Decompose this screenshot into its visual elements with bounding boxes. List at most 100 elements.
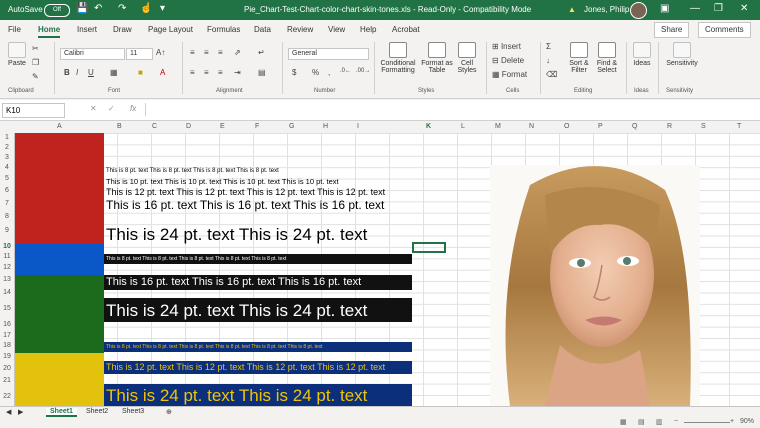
number-format-select[interactable]: General [288, 48, 369, 60]
increase-decimal-icon[interactable]: .0← [340, 68, 351, 74]
enter-icon[interactable]: ✓ [108, 104, 115, 113]
paste-button[interactable]: Paste [6, 42, 28, 67]
align-right-icon[interactable]: ≡ [218, 68, 223, 77]
align-middle-icon[interactable]: ≡ [204, 48, 209, 57]
wrap-text-icon[interactable]: ↵ [258, 48, 265, 57]
column-header-a[interactable]: A [57, 123, 62, 130]
column-header-m[interactable]: M [495, 123, 501, 130]
indent-icon[interactable]: ⇥ [234, 68, 241, 77]
share-button[interactable]: Share [654, 22, 690, 38]
sensitivity-button[interactable]: Sensitivity [664, 42, 700, 67]
tab-view[interactable]: View [328, 25, 345, 34]
next-sheet-icon[interactable]: ▶ [18, 408, 23, 416]
row-header-21[interactable]: 21 [0, 377, 14, 384]
sheet-tab-1[interactable]: Sheet1 [46, 408, 77, 417]
align-center-icon[interactable]: ≡ [204, 68, 209, 77]
align-left-icon[interactable]: ≡ [190, 68, 195, 77]
ideas-button[interactable]: Ideas [630, 42, 654, 67]
selected-cell[interactable] [412, 242, 446, 253]
zoom-slider[interactable] [684, 422, 730, 423]
ribbon-display-icon[interactable]: ▣ [660, 3, 669, 14]
sheet-tab-3[interactable]: Sheet3 [122, 408, 144, 415]
column-header-n[interactable]: N [529, 123, 534, 130]
row-header-7[interactable]: 7 [0, 200, 14, 207]
row-header-11[interactable]: 11 [0, 253, 14, 260]
row-header-19[interactable]: 19 [0, 353, 14, 360]
column-header-d[interactable]: D [186, 123, 191, 130]
portrait-photo[interactable] [490, 165, 700, 406]
column-header-l[interactable]: L [461, 123, 465, 130]
find-select-button[interactable]: Find & Select [594, 42, 620, 74]
tab-draw[interactable]: Draw [113, 25, 132, 34]
merge-center-icon[interactable]: ▤ [258, 68, 266, 77]
cell-styles-button[interactable]: Cell Styles [454, 42, 480, 74]
autosave-toggle[interactable]: Off [44, 4, 70, 17]
format-as-table-button[interactable]: Format as Table [420, 42, 454, 74]
conditional-formatting-button[interactable]: Conditional Formatting [376, 42, 420, 74]
tab-home[interactable]: Home [38, 25, 61, 38]
add-sheet-icon[interactable]: ⊕ [166, 408, 172, 416]
sort-filter-button[interactable]: Sort & Filter [566, 42, 592, 74]
close-icon[interactable]: ✕ [740, 3, 748, 14]
currency-icon[interactable]: $ [292, 68, 296, 77]
clear-icon[interactable]: ⌫ [546, 70, 557, 79]
column-header-b[interactable]: B [117, 123, 122, 130]
row-header-10[interactable]: 10 [0, 243, 14, 250]
column-header-k[interactable]: K [426, 123, 431, 130]
avatar[interactable] [630, 2, 647, 19]
zoom-level[interactable]: 90% [740, 418, 754, 425]
formula-input[interactable] [145, 103, 746, 116]
row-header-18[interactable]: 18 [0, 342, 14, 349]
row-header-12[interactable]: 12 [0, 264, 14, 271]
format-painter-icon[interactable]: ✎ [32, 72, 39, 81]
row-header-9[interactable]: 9 [0, 227, 14, 234]
fill-color-icon[interactable]: ■ [138, 68, 143, 77]
row-header-14[interactable]: 14 [0, 289, 14, 296]
column-header-q[interactable]: Q [632, 123, 637, 130]
normal-view-icon[interactable]: ▦ [620, 418, 627, 426]
user-name[interactable]: Jones, Philip [584, 5, 629, 14]
touch-mode-icon[interactable]: ☝ [140, 3, 152, 14]
save-icon[interactable]: 💾 [76, 3, 88, 14]
page-layout-view-icon[interactable]: ▤ [638, 418, 645, 426]
insert-function-icon[interactable]: fx [130, 104, 136, 113]
align-top-icon[interactable]: ≡ [190, 48, 195, 57]
customize-qat-icon[interactable]: ▾ [160, 3, 165, 14]
underline-icon[interactable]: U [88, 68, 94, 77]
column-header-g[interactable]: G [289, 123, 294, 130]
format-cells-button[interactable]: ▦ Format [492, 70, 527, 79]
align-bottom-icon[interactable]: ≡ [218, 48, 223, 57]
sheet-tab-2[interactable]: Sheet2 [86, 408, 108, 415]
tab-formulas[interactable]: Formulas [207, 25, 240, 34]
row-header-13[interactable]: 13 [0, 276, 14, 283]
zoom-out-icon[interactable]: − [674, 418, 678, 425]
restore-icon[interactable]: ❐ [714, 3, 723, 14]
column-header-p[interactable]: P [598, 123, 603, 130]
tab-insert[interactable]: Insert [77, 25, 97, 34]
row-header-3[interactable]: 3 [0, 154, 14, 161]
cancel-icon[interactable]: ✕ [90, 104, 97, 113]
row-header-6[interactable]: 6 [0, 187, 14, 194]
bold-icon[interactable]: B [64, 68, 70, 77]
column-header-s[interactable]: S [701, 123, 706, 130]
row-header-17[interactable]: 17 [0, 332, 14, 339]
row-header-2[interactable]: 2 [0, 144, 14, 151]
borders-icon[interactable]: ▦ [110, 68, 118, 77]
insert-cells-button[interactable]: ⊞ Insert [492, 42, 521, 51]
column-header-t[interactable]: T [737, 123, 741, 130]
column-header-e[interactable]: E [220, 123, 225, 130]
column-header-i[interactable]: I [357, 123, 359, 130]
decrease-decimal-icon[interactable]: .00→ [356, 68, 370, 74]
page-break-view-icon[interactable]: ▥ [656, 418, 663, 426]
tab-review[interactable]: Review [287, 25, 313, 34]
zoom-in-icon[interactable]: + [730, 418, 734, 425]
comments-button[interactable]: Comments [698, 22, 751, 38]
tab-acrobat[interactable]: Acrobat [392, 25, 420, 34]
delete-cells-button[interactable]: ⊟ Delete [492, 56, 524, 65]
autosum-icon[interactable]: Σ [546, 42, 551, 51]
row-header-15[interactable]: 15 [0, 305, 14, 312]
minimize-icon[interactable]: — [690, 3, 700, 14]
column-header-o[interactable]: O [564, 123, 569, 130]
tab-help[interactable]: Help [360, 25, 376, 34]
row-header-8[interactable]: 8 [0, 213, 14, 220]
